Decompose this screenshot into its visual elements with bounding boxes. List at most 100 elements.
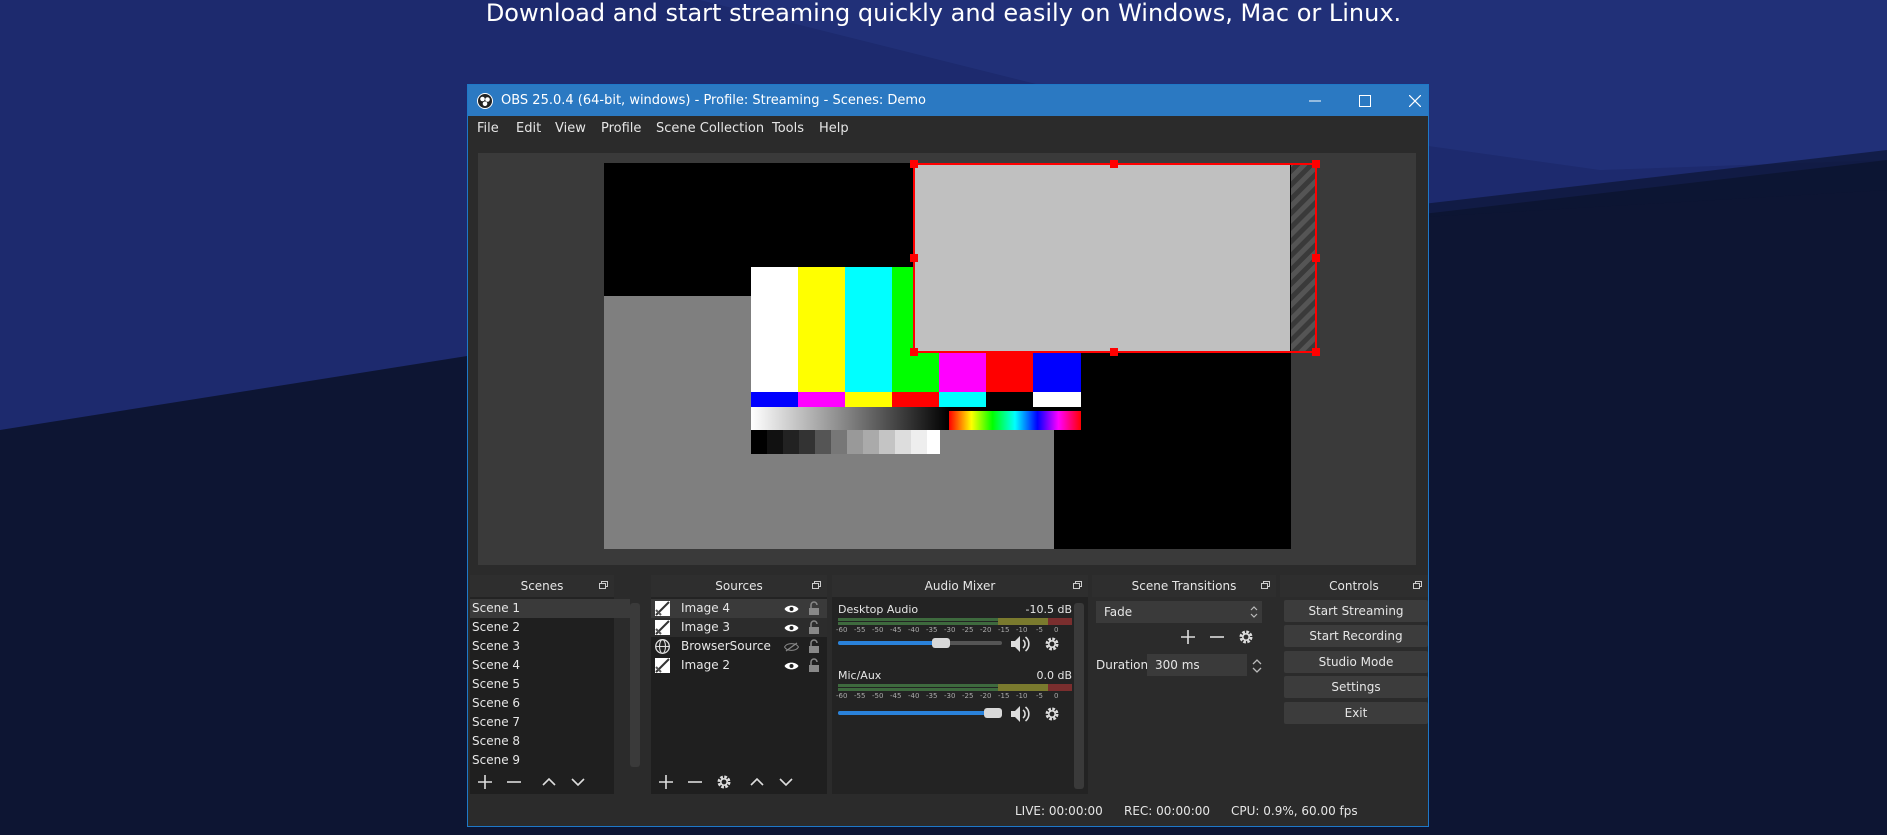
start-recording-button[interactable]: Start Recording bbox=[1284, 625, 1428, 647]
undock-icon[interactable] bbox=[1413, 581, 1422, 589]
settings-icon[interactable] bbox=[1043, 635, 1061, 653]
menu-scene-collection[interactable]: Scene Collection bbox=[656, 121, 764, 136]
remove-icon[interactable] bbox=[505, 773, 523, 791]
source-item-image-2[interactable]: Image 2 bbox=[651, 656, 827, 675]
image-icon bbox=[655, 601, 670, 616]
scenes-dock-title: Scenes bbox=[520, 579, 564, 593]
speaker-icon[interactable] bbox=[1009, 634, 1033, 654]
maximize-button[interactable] bbox=[1342, 85, 1388, 116]
close-icon bbox=[1409, 95, 1421, 107]
eye-icon[interactable] bbox=[784, 661, 799, 671]
sources-dock: Sources Image 4 Image 3 BrowserSource Im… bbox=[651, 575, 827, 794]
source-item-image-4[interactable]: Image 4 bbox=[651, 599, 827, 618]
move-up-icon[interactable] bbox=[748, 773, 766, 791]
window-title: OBS 25.0.4 (64-bit, windows) - Profile: … bbox=[501, 93, 927, 108]
minimize-button[interactable] bbox=[1292, 85, 1338, 116]
scene-item[interactable]: Scene 5 bbox=[470, 675, 520, 694]
source-item-browsersource[interactable]: BrowserSource bbox=[651, 637, 827, 656]
scene-item[interactable]: Scene 4 bbox=[470, 656, 520, 675]
speaker-icon[interactable] bbox=[1009, 704, 1033, 724]
controls-dock: Controls Start Streaming Start Recording… bbox=[1280, 575, 1428, 794]
audio-mixer-body: Desktop Audio -10.5 dB -60 -55 -50 -45 -… bbox=[832, 599, 1088, 794]
remove-icon[interactable] bbox=[1208, 628, 1226, 646]
selected-image-source[interactable] bbox=[914, 164, 1290, 352]
undock-icon[interactable] bbox=[1073, 581, 1082, 589]
scene-transitions-title: Scene Transitions bbox=[1131, 579, 1237, 593]
preview-canvas[interactable] bbox=[478, 153, 1416, 565]
undock-icon[interactable] bbox=[812, 581, 821, 589]
studio-mode-button[interactable]: Studio Mode bbox=[1284, 651, 1428, 673]
audio-mixer-title: Audio Mixer bbox=[924, 579, 996, 593]
preview-area[interactable] bbox=[478, 153, 1416, 565]
obs-window: OBS 25.0.4 (64-bit, windows) - Profile: … bbox=[468, 85, 1428, 826]
source-item-image-3[interactable]: Image 3 bbox=[651, 618, 827, 637]
scene-item[interactable]: Scene 3 bbox=[470, 637, 520, 656]
cpu-status: CPU: 0.9%, 60.00 fps bbox=[1231, 804, 1358, 818]
obs-logo-icon bbox=[477, 93, 493, 109]
menu-profile[interactable]: Profile bbox=[601, 121, 641, 136]
settings-icon[interactable] bbox=[715, 773, 733, 791]
scene-item[interactable]: Scene 6 bbox=[470, 694, 520, 713]
audio-mixer-scrollbar[interactable] bbox=[1074, 603, 1084, 789]
scene-item[interactable]: Scene 2 bbox=[470, 618, 520, 637]
settings-button[interactable]: Settings bbox=[1284, 676, 1428, 698]
menu-bar: File Edit View Profile Scene Collection … bbox=[468, 116, 1428, 142]
scene-item[interactable]: Scene 1 bbox=[470, 599, 630, 618]
minimize-icon bbox=[1309, 100, 1321, 102]
undock-icon[interactable] bbox=[1261, 581, 1270, 589]
scene-item[interactable]: Scene 9 bbox=[470, 751, 520, 770]
menu-file[interactable]: File bbox=[477, 121, 499, 136]
volume-slider-fill bbox=[838, 711, 1002, 715]
unlock-icon[interactable] bbox=[808, 601, 820, 616]
spin-arrows-icon bbox=[1250, 606, 1258, 618]
volume-slider-handle[interactable] bbox=[932, 638, 950, 648]
unlock-icon[interactable] bbox=[808, 620, 820, 635]
transition-select[interactable]: Fade bbox=[1096, 601, 1262, 623]
settings-icon[interactable] bbox=[1237, 628, 1255, 646]
menu-edit[interactable]: Edit bbox=[516, 121, 541, 136]
add-icon[interactable] bbox=[476, 773, 494, 791]
remove-icon[interactable] bbox=[686, 773, 704, 791]
scene-item[interactable]: Scene 8 bbox=[470, 732, 520, 751]
move-up-icon[interactable] bbox=[540, 773, 558, 791]
scene-transitions-header: Scene Transitions bbox=[1092, 575, 1276, 597]
exit-button[interactable]: Exit bbox=[1284, 702, 1428, 724]
duration-input[interactable]: 300 ms bbox=[1147, 654, 1247, 676]
live-status: LIVE: 00:00:00 bbox=[1015, 804, 1103, 818]
add-icon[interactable] bbox=[1179, 628, 1197, 646]
eye-hidden-icon[interactable] bbox=[784, 642, 799, 652]
start-streaming-button[interactable]: Start Streaming bbox=[1284, 600, 1428, 622]
unlock-icon[interactable] bbox=[808, 639, 820, 654]
eye-icon[interactable] bbox=[784, 604, 799, 614]
scenes-dock-header: Scenes bbox=[470, 575, 614, 597]
volume-slider-handle[interactable] bbox=[984, 708, 1002, 718]
add-icon[interactable] bbox=[657, 773, 675, 791]
move-down-icon[interactable] bbox=[777, 773, 795, 791]
channel-db: 0.0 dB bbox=[1036, 669, 1072, 682]
scenes-list[interactable]: Scene 1 Scene 2 Scene 3 Scene 4 Scene 5 … bbox=[470, 599, 630, 794]
source-name: Image 4 bbox=[681, 601, 731, 615]
image-icon bbox=[655, 658, 670, 673]
sources-list[interactable]: Image 4 Image 3 BrowserSource Image 2 bbox=[651, 599, 827, 794]
menu-view[interactable]: View bbox=[555, 121, 586, 136]
scene-item[interactable]: Scene 7 bbox=[470, 713, 520, 732]
menu-tools[interactable]: Tools bbox=[772, 121, 804, 136]
settings-icon[interactable] bbox=[1043, 705, 1061, 723]
sources-dock-header: Sources bbox=[651, 575, 827, 597]
duration-input-value: 300 ms bbox=[1155, 658, 1200, 672]
source-name: Image 3 bbox=[681, 620, 731, 634]
close-button[interactable] bbox=[1392, 85, 1428, 116]
move-down-icon[interactable] bbox=[569, 773, 587, 791]
channel-db: -10.5 dB bbox=[1025, 603, 1073, 616]
scenes-scrollbar[interactable] bbox=[630, 603, 640, 767]
sources-dock-title: Sources bbox=[715, 579, 763, 593]
unlock-icon[interactable] bbox=[808, 658, 820, 673]
undock-icon[interactable] bbox=[599, 581, 608, 589]
audio-mixer-dock: Audio Mixer Desktop Audio -10.5 dB -60 -… bbox=[832, 575, 1088, 794]
title-bar[interactable]: OBS 25.0.4 (64-bit, windows) - Profile: … bbox=[468, 85, 1428, 116]
menu-help[interactable]: Help bbox=[819, 121, 849, 136]
eye-icon[interactable] bbox=[784, 623, 799, 633]
spin-arrows-icon[interactable] bbox=[1251, 657, 1263, 675]
page-tagline: Download and start streaming quickly and… bbox=[485, 0, 1402, 27]
image-icon bbox=[655, 620, 670, 635]
